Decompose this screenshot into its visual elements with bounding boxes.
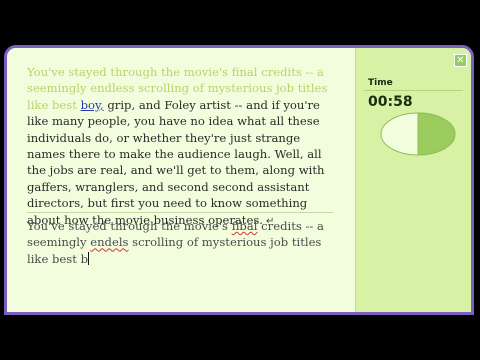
text-pane: You've stayed through the movie's final … [7, 48, 355, 312]
clock-elapsed-wedge [417, 112, 456, 156]
text-caret [88, 251, 89, 265]
close-icon[interactable]: ✕ [454, 54, 467, 67]
timer-divider [364, 90, 463, 91]
timer-clock-icon [380, 112, 456, 156]
current-word: boy, [80, 97, 104, 112]
timer-value: 00:58 [368, 94, 413, 110]
timer-pane: ✕ Time 00:58 [355, 48, 471, 312]
divider [27, 212, 333, 213]
remaining-text: grip, and Foley artist -- and if you're … [27, 97, 325, 227]
timer-label: Time [368, 78, 393, 88]
misspelled-word: fibal [231, 219, 258, 233]
typing-window: You've stayed through the movie's final … [4, 45, 474, 315]
lesson-text: You've stayed through the movie's final … [27, 64, 335, 230]
misspelled-word: endels [90, 235, 129, 250]
input-segment: You've stayed through the movie's [27, 219, 232, 233]
typing-input[interactable]: You've stayed through the movie's fibal … [27, 218, 333, 267]
